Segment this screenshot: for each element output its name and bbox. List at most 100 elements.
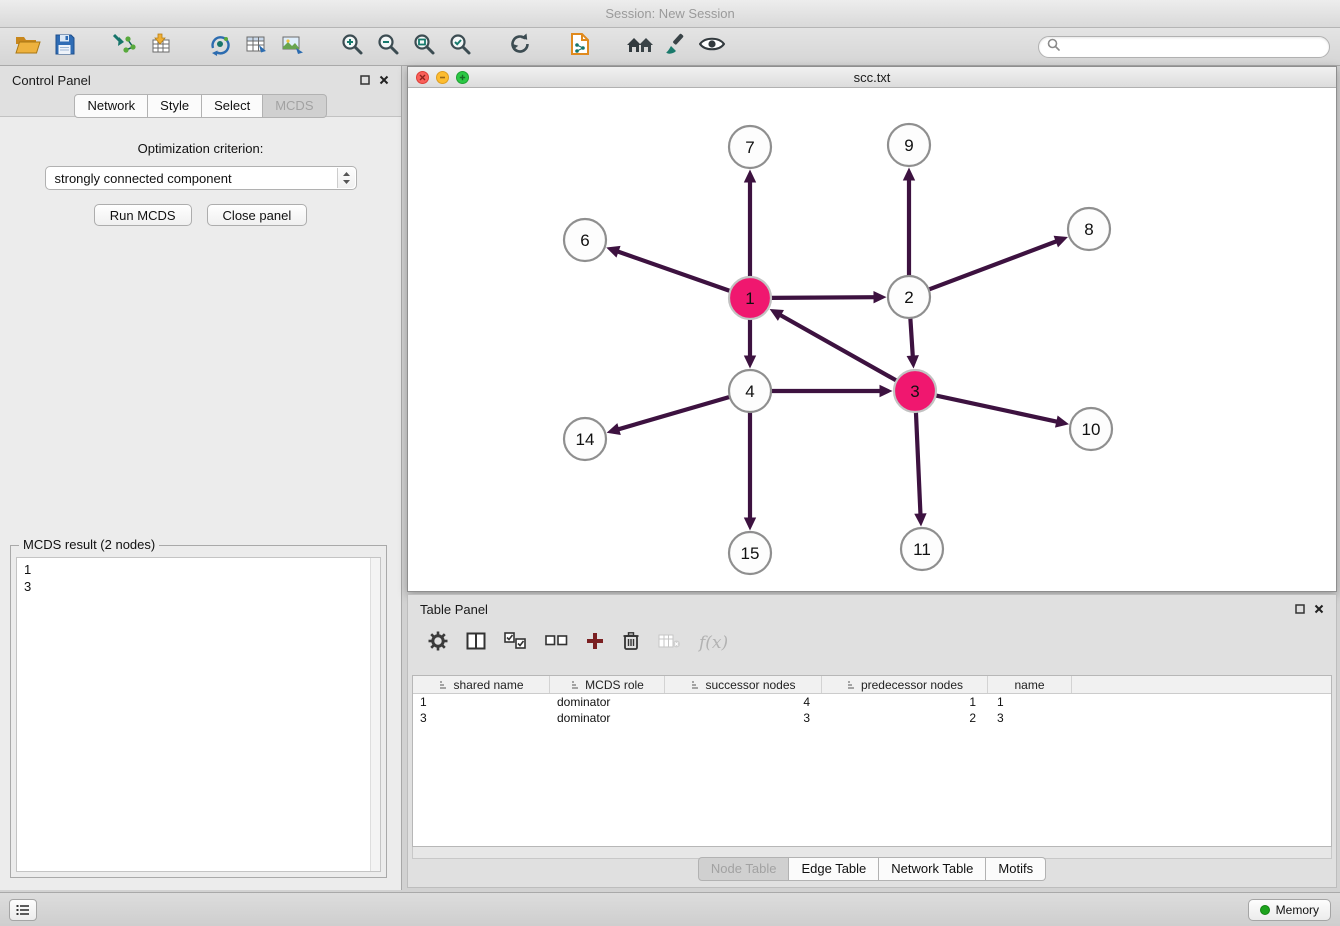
graph-edge-1-6[interactable] [616, 251, 731, 291]
search-input[interactable] [1065, 40, 1321, 54]
cell-predecessor-nodes[interactable]: 1 [822, 695, 988, 709]
import-table-button[interactable] [142, 32, 178, 62]
network-window-titlebar[interactable]: scc.txt [408, 67, 1336, 88]
zoom-fit-button[interactable] [406, 32, 442, 62]
zoom-window-icon[interactable] [456, 71, 469, 84]
save-session-button[interactable] [46, 32, 82, 62]
cell-mcds-role[interactable]: dominator [550, 711, 665, 725]
tab-style[interactable]: Style [148, 94, 202, 118]
tab-edge-table[interactable]: Edge Table [789, 857, 879, 881]
tab-motifs[interactable]: Motifs [986, 857, 1046, 881]
cell-shared-name[interactable]: 3 [413, 711, 550, 725]
open-file-button[interactable] [10, 32, 46, 62]
show-columns-icon[interactable] [466, 632, 486, 655]
close-panel-icon[interactable] [379, 75, 389, 85]
graph-edge-3-11[interactable] [916, 412, 921, 517]
search-box[interactable] [1038, 36, 1330, 58]
node-table: shared name MCDS role successor nodes pr… [412, 675, 1332, 847]
table-row[interactable]: 1 dominator 4 1 1 [413, 694, 1331, 710]
control-panel-title: Control Panel [12, 73, 91, 88]
table-row[interactable]: 3 dominator 3 2 3 [413, 710, 1331, 726]
export-image-button[interactable] [274, 32, 310, 62]
cell-name[interactable]: 1 [988, 695, 1072, 709]
result-list-scrollbar[interactable] [370, 558, 380, 871]
criterion-dropdown[interactable]: strongly connected component [45, 166, 357, 190]
cell-shared-name[interactable]: 1 [413, 695, 550, 709]
traffic-lights [416, 71, 469, 84]
table-panel-title: Table Panel [420, 602, 488, 617]
tab-node-table[interactable]: Node Table [698, 857, 790, 881]
graph-edge-4-14[interactable] [616, 397, 730, 430]
import-network-icon [111, 33, 137, 60]
graph-edge-2-8[interactable] [929, 240, 1059, 289]
import-table-icon [148, 33, 172, 60]
cell-predecessor-nodes[interactable]: 2 [822, 711, 988, 725]
first-neighbors-button[interactable] [202, 32, 238, 62]
task-history-button[interactable] [9, 899, 37, 921]
style-brush-button[interactable] [658, 32, 694, 62]
function-builder-button[interactable]: f(x) [699, 633, 728, 653]
run-mcds-button[interactable]: Run MCDS [94, 204, 192, 226]
float-panel-icon[interactable] [1295, 604, 1305, 614]
deselect-all-icon[interactable] [545, 632, 568, 655]
column-header-successor-nodes[interactable]: successor nodes [665, 676, 822, 693]
graph-edge-3-1[interactable] [778, 314, 896, 381]
graph-edge-2-3[interactable] [910, 318, 913, 359]
graph-edge-1-2[interactable] [771, 297, 877, 298]
refresh-layout-button[interactable] [502, 32, 538, 62]
close-panel-button[interactable]: Close panel [207, 204, 308, 226]
application-window: Session: New Session [0, 0, 1340, 926]
status-bar: Memory [0, 892, 1340, 926]
document-network-icon [569, 32, 591, 61]
delete-column-icon[interactable] [622, 631, 640, 656]
network-view-window: scc.txt 7968124314101511 [407, 66, 1337, 592]
memory-status-icon [1260, 905, 1270, 915]
mcds-result-list[interactable]: 1 3 [16, 557, 381, 872]
graph-edge-arrowhead [744, 518, 756, 531]
zoom-out-button[interactable] [370, 32, 406, 62]
mcds-result-item[interactable]: 3 [24, 578, 373, 595]
show-hide-button[interactable] [694, 32, 730, 62]
float-panel-icon[interactable] [360, 75, 370, 85]
zoom-selected-button[interactable] [442, 32, 478, 62]
import-network-button[interactable] [106, 32, 142, 62]
table-panel-tabs: Node Table Edge Table Network Table Moti… [408, 857, 1336, 881]
graph-node-label: 14 [576, 430, 595, 449]
tab-mcds[interactable]: MCDS [263, 94, 326, 118]
memory-button[interactable]: Memory [1248, 899, 1331, 921]
tab-select[interactable]: Select [202, 94, 263, 118]
cell-successor-nodes[interactable]: 3 [665, 711, 822, 725]
table-panel: Table Panel f(x) shared name [407, 594, 1337, 888]
cell-name[interactable]: 3 [988, 711, 1072, 725]
network-canvas[interactable]: 7968124314101511 [408, 88, 1336, 591]
clipboard-network-button[interactable] [562, 32, 598, 62]
minimize-window-icon[interactable] [436, 71, 449, 84]
mcds-tab-content: Optimization criterion: strongly connect… [0, 116, 401, 890]
column-header-predecessor-nodes[interactable]: predecessor nodes [822, 676, 988, 693]
tab-network[interactable]: Network [74, 94, 148, 118]
graph-edge-arrowhead [744, 170, 756, 183]
graph-edge-3-10[interactable] [936, 395, 1060, 422]
dropdown-stepper-icon [337, 168, 355, 188]
first-neighbors-icon [208, 33, 232, 61]
table-toolbar: f(x) [408, 623, 1336, 663]
tab-network-table[interactable]: Network Table [879, 857, 986, 881]
table-settings-gear-icon[interactable] [428, 631, 448, 656]
mcds-result-item[interactable]: 1 [24, 561, 373, 578]
column-header-name[interactable]: name [988, 676, 1072, 693]
select-all-icon[interactable] [504, 632, 527, 655]
zoom-fit-icon [412, 32, 436, 61]
close-panel-icon[interactable] [1314, 604, 1324, 614]
cell-successor-nodes[interactable]: 4 [665, 695, 822, 709]
network-graph[interactable]: 7968124314101511 [408, 88, 1336, 591]
close-window-icon[interactable] [416, 71, 429, 84]
column-header-shared-name[interactable]: shared name [413, 676, 550, 693]
add-column-icon[interactable] [586, 632, 604, 655]
zoom-in-button[interactable] [334, 32, 370, 62]
window-title: Session: New Session [605, 6, 734, 21]
column-header-mcds-role[interactable]: MCDS role [550, 676, 665, 693]
new-table-button[interactable] [238, 32, 274, 62]
home-button[interactable] [622, 32, 658, 62]
zoom-in-icon [340, 32, 364, 61]
cell-mcds-role[interactable]: dominator [550, 695, 665, 709]
